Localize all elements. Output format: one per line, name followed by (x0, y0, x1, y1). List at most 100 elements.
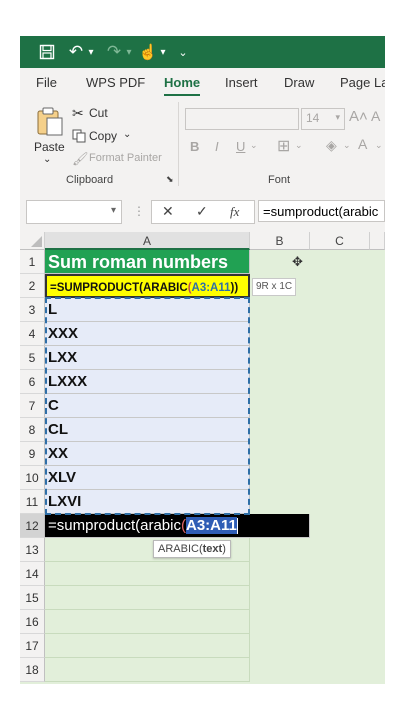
roman-numeral-cell[interactable]: CL (45, 418, 250, 442)
roman-numeral-cell[interactable]: C (45, 394, 250, 418)
tooltip-close-paren: ) (222, 543, 226, 555)
row-header[interactable]: 11 (20, 490, 45, 514)
copy-button[interactable]: Copy (89, 129, 117, 143)
enter-entry-icon[interactable]: ✓ (196, 203, 208, 220)
row-header[interactable]: 12 (20, 514, 45, 538)
paste-icon[interactable] (36, 106, 64, 141)
formula-input[interactable]: =sumproduct(arabic (258, 200, 385, 222)
row-header[interactable]: 18 (20, 658, 45, 682)
row-header[interactable]: 17 (20, 634, 45, 658)
row-header[interactable]: 7 (20, 394, 45, 418)
tab-draw[interactable]: Draw (284, 75, 314, 90)
underline-button: U (236, 139, 246, 154)
fill-color-dropdown-icon: ⌄ (343, 140, 351, 150)
row-header[interactable]: 8 (20, 418, 45, 442)
excel-window: ↶ ▾ ↷ ▾ ☝ ▾ ⌄ File WPS PDF Home Insert D… (20, 36, 385, 684)
column-header-b[interactable]: B (250, 232, 310, 250)
empty-cell[interactable] (45, 610, 250, 634)
row-header[interactable]: 10 (20, 466, 45, 490)
row-header[interactable]: 4 (20, 322, 45, 346)
selection-size-tooltip: 9R x 1C (252, 278, 297, 296)
roman-numeral-cell[interactable]: L (45, 298, 250, 322)
row-header[interactable]: 1 (20, 250, 45, 274)
roman-numeral-cell[interactable]: XXX (45, 322, 250, 346)
select-all-corner[interactable] (20, 232, 45, 250)
column-header-c[interactable]: C (310, 232, 370, 250)
redo-icon: ↷ (106, 42, 122, 61)
formula-text: =SUMPRODUCT(ARABIC (50, 282, 188, 294)
editing-cell[interactable]: =sumproduct(arabic(A3:A11 (45, 514, 310, 538)
roman-numeral-cell[interactable]: LXX (45, 346, 250, 370)
column-header-a[interactable]: A (45, 232, 250, 250)
cut-icon[interactable]: ✂ (72, 105, 84, 122)
title-cell[interactable]: Sum roman numbers (45, 250, 250, 274)
tab-wps-pdf[interactable]: WPS PDF (86, 75, 145, 90)
borders-icon: ⊞ (277, 138, 291, 155)
row-header[interactable]: 14 (20, 562, 45, 586)
paste-button[interactable]: Paste (34, 140, 65, 154)
empty-cell[interactable] (45, 562, 250, 586)
undo-icon[interactable]: ↶ (66, 42, 86, 62)
font-color-dropdown-icon: ⌄ (375, 140, 383, 150)
ribbon-divider (178, 102, 179, 186)
row-header[interactable]: 13 (20, 538, 45, 562)
formula-bar-grip-icon: ⋮ (133, 204, 145, 218)
row-header[interactable]: 2 (20, 274, 45, 298)
row-header[interactable]: 3 (20, 298, 45, 322)
formula-buttons: ✕ ✓ fx (151, 200, 255, 224)
decrease-font-icon: A (371, 108, 381, 124)
row-header[interactable]: 16 (20, 610, 45, 634)
italic-button: I (215, 139, 219, 154)
row-header[interactable]: 6 (20, 370, 45, 394)
worksheet-grid[interactable]: A B C 1 Sum roman numbers 2 =SUMPRODUCT(ARA… (20, 232, 385, 684)
font-size-box[interactable]: 14 ▾ (301, 108, 345, 130)
increase-font-icon: A˄ (349, 108, 368, 125)
function-argument-tooltip[interactable]: ARABIC(text) (153, 540, 231, 558)
formula-range-ref: A3:A11 (191, 282, 231, 294)
roman-numeral-cell[interactable]: LXVI (45, 490, 250, 514)
roman-numeral-cell[interactable]: LXXX (45, 370, 250, 394)
clipboard-group-label: Clipboard (66, 174, 114, 186)
tab-file[interactable]: File (36, 75, 57, 90)
edit-text: =sumproduct(arabic (48, 517, 181, 534)
paste-dropdown-icon[interactable]: ⌄ (43, 154, 51, 165)
name-box-dropdown-icon[interactable]: ▾ (111, 205, 116, 216)
empty-cell[interactable] (45, 634, 250, 658)
customize-toolbar-icon[interactable]: ⌄ (176, 42, 190, 62)
fill-color-icon: ◈ (326, 137, 337, 153)
tab-home[interactable]: Home (164, 75, 201, 96)
ribbon-home: Paste ⌄ ✂ Cut Copy ⌄ 🖌 Format Painter Cl… (20, 96, 385, 195)
cut-button[interactable]: Cut (89, 106, 108, 120)
column-header-d[interactable] (370, 232, 385, 250)
copy-icon[interactable] (72, 129, 86, 148)
roman-numeral-cell[interactable]: XX (45, 442, 250, 466)
formula-result-cell[interactable]: =SUMPRODUCT(ARABIC(A3:A11)) (45, 274, 250, 298)
copy-dropdown-icon[interactable]: ⌄ (123, 129, 131, 140)
bold-button: B (190, 139, 200, 154)
tooltip-function-name: ARABIC( (158, 543, 203, 555)
row-header[interactable]: 5 (20, 346, 45, 370)
cursor-move-icon: ✥ (292, 254, 303, 269)
empty-cell[interactable] (45, 658, 250, 682)
roman-numeral-cell[interactable]: XLV (45, 466, 250, 490)
insert-function-icon[interactable]: fx (230, 204, 239, 220)
name-box[interactable]: ▾ (26, 200, 122, 224)
tab-page-layout[interactable]: Page La (340, 75, 385, 90)
empty-cell[interactable] (45, 586, 250, 610)
undo-dropdown-icon[interactable]: ▾ (86, 42, 96, 62)
formula-bar: ▾ ⋮ ✕ ✓ fx =sumproduct(arabic (20, 194, 385, 236)
touch-mode-icon[interactable]: ☝ (138, 42, 158, 62)
tooltip-current-argument: text (202, 543, 223, 555)
font-size-dropdown-icon: ▾ (335, 112, 340, 122)
touch-dropdown-icon[interactable]: ▾ (158, 42, 168, 62)
borders-dropdown-icon: ⌄ (295, 140, 303, 150)
row-header[interactable]: 15 (20, 586, 45, 610)
font-name-box[interactable] (185, 108, 299, 130)
format-painter-icon: 🖌 (72, 151, 89, 166)
cancel-entry-icon[interactable]: ✕ (162, 203, 174, 220)
save-icon[interactable] (36, 42, 58, 62)
clipboard-launcher-icon[interactable]: ⬊ (166, 174, 174, 185)
formula-close-paren: )) (230, 282, 239, 294)
row-header[interactable]: 9 (20, 442, 45, 466)
tab-insert[interactable]: Insert (225, 75, 258, 90)
